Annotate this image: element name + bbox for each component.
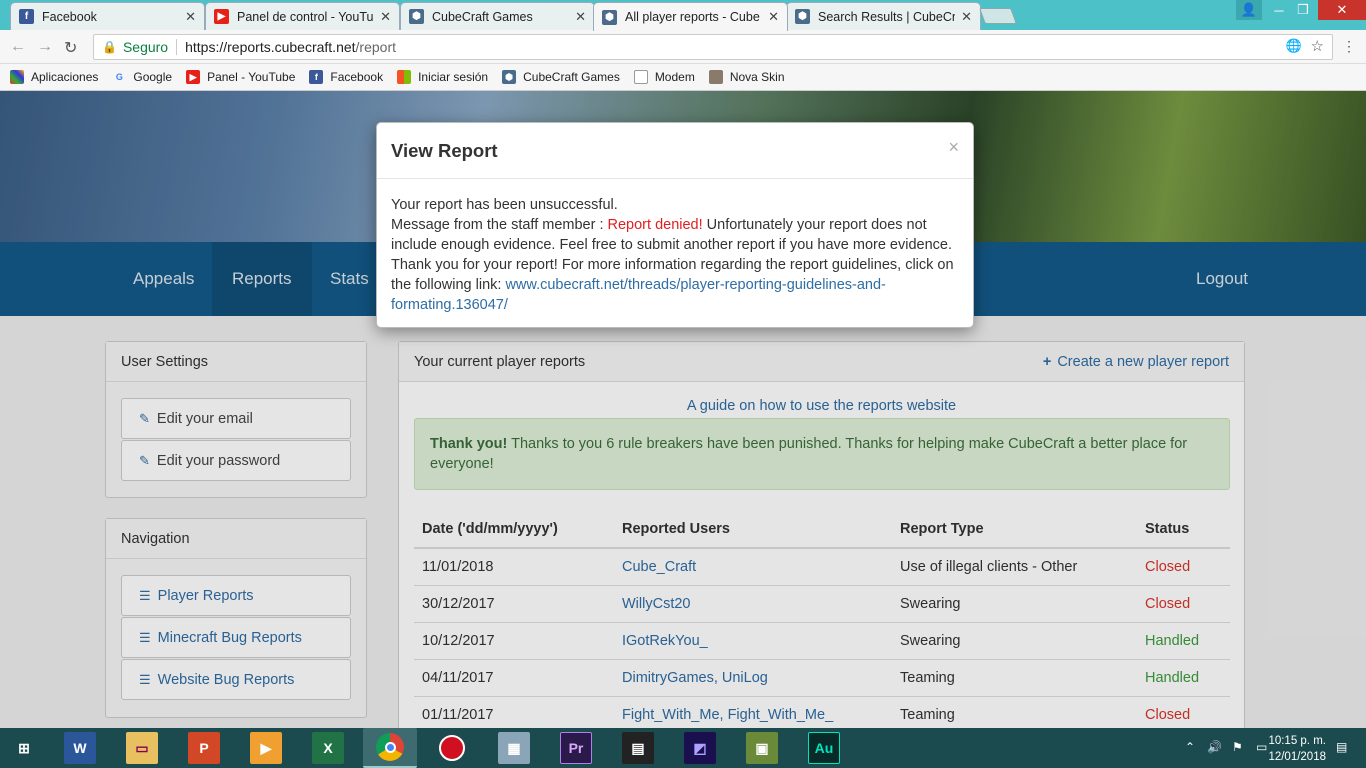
tab-all-player-reports[interactable]: ⬢ All player reports - Cube ✕ <box>593 2 788 31</box>
volume-icon[interactable]: 🔊 <box>1207 740 1222 754</box>
minecraft-icon[interactable]: ▣ <box>746 732 778 764</box>
close-icon[interactable]: ✕ <box>768 9 779 25</box>
page-icon <box>633 70 648 84</box>
youtube-icon: ▶ <box>186 70 201 84</box>
facebook-icon: f <box>309 70 324 84</box>
tab-title: CubeCraft Games <box>432 9 533 24</box>
close-icon[interactable]: ✕ <box>185 9 196 25</box>
facebook-icon: f <box>19 9 34 24</box>
tab-youtube[interactable]: ▶ Panel de control - YouTu ✕ <box>205 2 400 30</box>
excel-icon[interactable]: X <box>312 732 344 764</box>
new-tab-button[interactable] <box>979 8 1017 24</box>
cubecraft-icon: ⬢ <box>795 9 810 24</box>
star-bookmark-icon[interactable]: ☆ <box>1311 37 1324 55</box>
windows-taskbar: ⊞ W ▭ P ▶ X ▦ Pr ▤ ◩ ▣ Au ⌃ 🔊 ⚑ ▭ 10:15 … <box>0 728 1366 768</box>
clock-date: 12/01/2018 <box>1268 751 1326 763</box>
audition-icon[interactable]: Au <box>808 732 840 764</box>
forward-arrow-icon[interactable]: → <box>37 38 53 56</box>
cubecraft-icon: ⬢ <box>502 70 517 84</box>
premiere-icon[interactable]: Pr <box>560 732 592 764</box>
bookmark-google[interactable]: G Google <box>112 70 172 84</box>
message-prefix: Message from the staff member : <box>391 217 608 233</box>
bookmark-nova-skin[interactable]: Nova Skin <box>708 70 785 84</box>
back-arrow-icon[interactable]: ← <box>10 38 26 56</box>
window-close-icon[interactable]: ✕ <box>1318 0 1366 20</box>
browser-tab-strip: f Facebook ✕ ▶ Panel de control - YouTu … <box>0 0 1366 31</box>
youtube-icon: ▶ <box>214 9 229 24</box>
network-icon[interactable]: ▭ <box>1256 740 1267 754</box>
bookmark-label: Aplicaciones <box>31 70 99 84</box>
tab-title: Panel de control - YouTu <box>237 9 374 24</box>
clock-time: 10:15 p. m. <box>1268 735 1326 747</box>
cubecraft-icon: ⬢ <box>602 9 617 25</box>
chrome-icon[interactable] <box>363 728 417 768</box>
modal-title: View Report <box>377 123 973 179</box>
menu-kebab-icon[interactable]: ⋮ <box>1342 38 1356 55</box>
google-icon: G <box>115 72 123 82</box>
cubecraft-icon: ⬢ <box>409 9 424 24</box>
film-editor-icon[interactable]: ▤ <box>622 732 654 764</box>
bookmark-facebook[interactable]: f Facebook <box>309 70 383 84</box>
minimize-icon[interactable]: ─ <box>1268 0 1290 20</box>
bookmark-label: Facebook <box>330 70 384 84</box>
bookmark-label: Google <box>133 70 173 84</box>
tab-facebook[interactable]: f Facebook ✕ <box>10 2 205 30</box>
apps-grid-icon <box>10 70 24 84</box>
windows-start-icon[interactable]: ⊞ <box>8 732 40 764</box>
bookmark-label: CubeCraft Games <box>523 70 620 84</box>
monitor-app-icon[interactable]: ▦ <box>498 732 530 764</box>
bookmark-label: Modem <box>654 70 695 84</box>
powerpoint-icon[interactable]: P <box>188 732 220 764</box>
tab-title: All player reports - Cube <box>625 10 760 24</box>
flag-icon[interactable]: ⚑ <box>1232 740 1243 754</box>
tab-search-results[interactable]: ⬢ Search Results | CubeCra ✕ <box>786 2 981 30</box>
url-text: https://reports.cubecraft.net/report <box>185 39 396 55</box>
bookmark-label: Panel - YouTube <box>207 70 296 84</box>
close-icon[interactable]: ✕ <box>575 9 586 25</box>
media-player-icon[interactable]: ▶ <box>250 732 282 764</box>
bookmark-modem[interactable]: Modem <box>633 70 695 84</box>
record-icon[interactable] <box>436 732 468 764</box>
microsoft-icon <box>397 70 412 84</box>
close-icon[interactable]: ✕ <box>380 9 391 25</box>
secure-label: Seguro <box>123 39 178 55</box>
tray-chevron-icon[interactable]: ⌃ <box>1185 740 1195 754</box>
view-report-modal: View Report × Your report has been unsuc… <box>376 122 974 328</box>
word-icon[interactable]: W <box>64 732 96 764</box>
tab-title: Search Results | CubeCra <box>818 9 956 24</box>
staff-message: Message from the staff member : Report d… <box>391 215 959 315</box>
file-explorer-icon[interactable]: ▭ <box>126 732 158 764</box>
browser-toolbar: ← → ↻ 🔒 Seguro https://reports.cubecraft… <box>0 30 1366 64</box>
close-icon[interactable]: ✕ <box>961 9 972 25</box>
bookmarks-bar: Aplicaciones G Google ▶ Panel - YouTube fF… <box>0 64 1366 91</box>
report-result-text: Your report has been unsuccessful. <box>391 197 618 213</box>
tab-cubecraft-games[interactable]: ⬢ CubeCraft Games ✕ <box>400 2 595 30</box>
visual-studio-icon[interactable]: ◩ <box>684 732 716 764</box>
bookmark-cubecraft[interactable]: ⬢ CubeCraft Games <box>502 70 620 84</box>
notifications-icon[interactable]: ▤ <box>1336 740 1347 754</box>
reload-icon[interactable]: ↻ <box>64 38 77 58</box>
system-clock[interactable]: 10:15 p. m. 12/01/2018 <box>1268 733 1326 765</box>
address-bar[interactable]: 🔒 Seguro https://reports.cubecraft.net/r… <box>93 34 1333 60</box>
bookmark-iniciar-sesion[interactable]: Iniciar sesión <box>397 70 488 84</box>
user-profile-icon[interactable]: 👤 <box>1236 0 1262 20</box>
close-icon[interactable]: × <box>948 137 959 158</box>
bookmark-youtube[interactable]: ▶ Panel - YouTube <box>186 70 295 84</box>
bookmark-apps[interactable]: Aplicaciones <box>10 70 98 84</box>
translate-icon[interactable]: 🌐 <box>1286 38 1302 54</box>
modal-body: Your report has been unsuccessful. Messa… <box>377 179 973 331</box>
restore-icon[interactable]: ❐ <box>1292 0 1314 20</box>
denied-label: Report denied! <box>607 217 703 233</box>
bookmark-label: Iniciar sesión <box>418 70 489 84</box>
lock-icon: 🔒 <box>102 40 117 54</box>
novaskin-icon <box>708 70 723 84</box>
tab-title: Facebook <box>42 9 97 24</box>
bookmark-label: Nova Skin <box>729 70 785 84</box>
